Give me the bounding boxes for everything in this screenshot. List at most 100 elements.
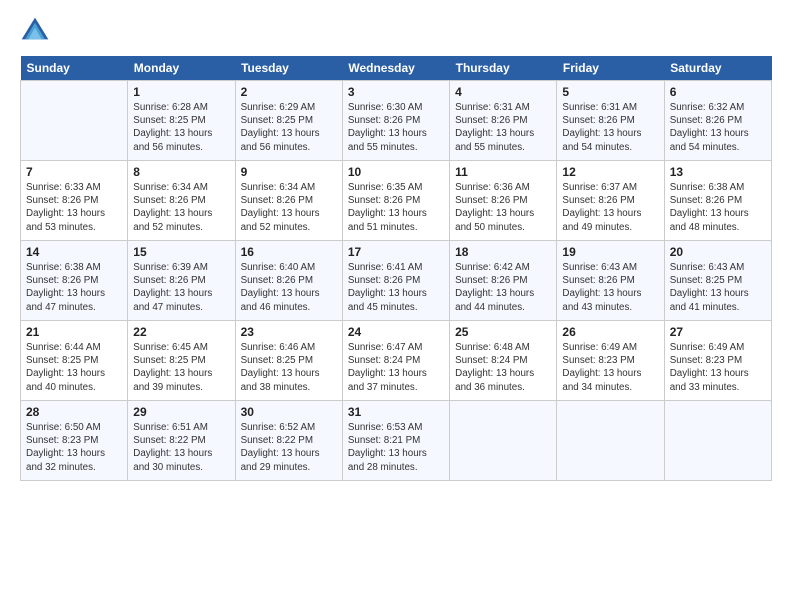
- day-number: 14: [26, 245, 122, 259]
- calendar-cell: 25 Sunrise: 6:48 AMSunset: 8:24 PMDayligh…: [450, 321, 557, 401]
- calendar-cell: 21 Sunrise: 6:44 AMSunset: 8:25 PMDayligh…: [21, 321, 128, 401]
- page: SundayMondayTuesdayWednesdayThursdayFrid…: [0, 0, 792, 491]
- calendar-cell: 1 Sunrise: 6:28 AMSunset: 8:25 PMDaylight…: [128, 81, 235, 161]
- day-number: 6: [670, 85, 766, 99]
- day-number: 22: [133, 325, 229, 339]
- day-header-wednesday: Wednesday: [342, 56, 449, 81]
- calendar-cell: 28 Sunrise: 6:50 AMSunset: 8:23 PMDayligh…: [21, 401, 128, 481]
- calendar-cell: 15 Sunrise: 6:39 AMSunset: 8:26 PMDayligh…: [128, 241, 235, 321]
- calendar-cell: 10Sunrise: 6:35 AMSunset: 8:26 PMDayligh…: [342, 161, 449, 241]
- cell-info: Sunrise: 6:45 AMSunset: 8:25 PMDaylight:…: [133, 341, 229, 394]
- calendar-cell: 31Sunrise: 6:53 AMSunset: 8:21 PMDayligh…: [342, 401, 449, 481]
- cell-info: Sunrise: 6:43 AMSunset: 8:26 PMDaylight:…: [562, 261, 658, 314]
- day-number: 5: [562, 85, 658, 99]
- day-number: 26: [562, 325, 658, 339]
- calendar-cell: 26 Sunrise: 6:49 AMSunset: 8:23 PMDayligh…: [557, 321, 664, 401]
- cell-info: Sunrise: 6:46 AMSunset: 8:25 PMDaylight:…: [241, 341, 337, 394]
- cell-info: Sunrise: 6:28 AMSunset: 8:25 PMDaylight:…: [133, 101, 229, 154]
- calendar-cell: 8 Sunrise: 6:34 AMSunset: 8:26 PMDaylight…: [128, 161, 235, 241]
- calendar-cell: 19 Sunrise: 6:43 AMSunset: 8:26 PMDayligh…: [557, 241, 664, 321]
- calendar-cell: 14 Sunrise: 6:38 AMSunset: 8:26 PMDayligh…: [21, 241, 128, 321]
- cell-info: Sunrise: 6:33 AMSunset: 8:26 PMDaylight:…: [26, 181, 122, 234]
- day-number: 19: [562, 245, 658, 259]
- calendar-cell: 4 Sunrise: 6:31 AMSunset: 8:26 PMDaylight…: [450, 81, 557, 161]
- cell-info: Sunrise: 6:34 AMSunset: 8:26 PMDaylight:…: [133, 181, 229, 234]
- logo: [20, 16, 54, 46]
- calendar-cell: 22 Sunrise: 6:45 AMSunset: 8:25 PMDayligh…: [128, 321, 235, 401]
- cell-info: Sunrise: 6:49 AMSunset: 8:23 PMDaylight:…: [670, 341, 766, 394]
- calendar-cell: [557, 401, 664, 481]
- day-number: 8: [133, 165, 229, 179]
- day-number: 11: [455, 165, 551, 179]
- calendar-cell: 20 Sunrise: 6:43 AMSunset: 8:25 PMDayligh…: [664, 241, 771, 321]
- day-number: 7: [26, 165, 122, 179]
- calendar-cell: 18 Sunrise: 6:42 AMSunset: 8:26 PMDayligh…: [450, 241, 557, 321]
- day-header-monday: Monday: [128, 56, 235, 81]
- calendar-table: SundayMondayTuesdayWednesdayThursdayFrid…: [20, 56, 772, 481]
- cell-info: Sunrise: 6:49 AMSunset: 8:23 PMDaylight:…: [562, 341, 658, 394]
- cell-info: Sunrise: 6:35 AMSunset: 8:26 PMDaylight:…: [348, 181, 444, 234]
- cell-info: Sunrise: 6:43 AMSunset: 8:25 PMDaylight:…: [670, 261, 766, 314]
- calendar-cell: 16 Sunrise: 6:40 AMSunset: 8:26 PMDayligh…: [235, 241, 342, 321]
- day-header-sunday: Sunday: [21, 56, 128, 81]
- day-number: 28: [26, 405, 122, 419]
- day-number: 24: [348, 325, 444, 339]
- calendar-cell: 27 Sunrise: 6:49 AMSunset: 8:23 PMDayligh…: [664, 321, 771, 401]
- calendar-cell: 29 Sunrise: 6:51 AMSunset: 8:22 PMDayligh…: [128, 401, 235, 481]
- cell-info: Sunrise: 6:31 AMSunset: 8:26 PMDaylight:…: [455, 101, 551, 154]
- cell-info: Sunrise: 6:31 AMSunset: 8:26 PMDaylight:…: [562, 101, 658, 154]
- day-number: 1: [133, 85, 229, 99]
- logo-icon: [20, 16, 50, 46]
- day-header-saturday: Saturday: [664, 56, 771, 81]
- cell-info: Sunrise: 6:39 AMSunset: 8:26 PMDaylight:…: [133, 261, 229, 314]
- day-number: 3: [348, 85, 444, 99]
- calendar-cell: 3 Sunrise: 6:30 AMSunset: 8:26 PMDaylight…: [342, 81, 449, 161]
- day-number: 17: [348, 245, 444, 259]
- cell-info: Sunrise: 6:36 AMSunset: 8:26 PMDaylight:…: [455, 181, 551, 234]
- cell-info: Sunrise: 6:37 AMSunset: 8:26 PMDaylight:…: [562, 181, 658, 234]
- cell-info: Sunrise: 6:51 AMSunset: 8:22 PMDaylight:…: [133, 421, 229, 474]
- cell-info: Sunrise: 6:44 AMSunset: 8:25 PMDaylight:…: [26, 341, 122, 394]
- day-number: 15: [133, 245, 229, 259]
- calendar-cell: 17 Sunrise: 6:41 AMSunset: 8:26 PMDayligh…: [342, 241, 449, 321]
- day-number: 27: [670, 325, 766, 339]
- cell-info: Sunrise: 6:47 AMSunset: 8:24 PMDaylight:…: [348, 341, 444, 394]
- day-number: 16: [241, 245, 337, 259]
- calendar-cell: [450, 401, 557, 481]
- day-number: 13: [670, 165, 766, 179]
- week-row-5: 28 Sunrise: 6:50 AMSunset: 8:23 PMDayligh…: [21, 401, 772, 481]
- day-number: 31: [348, 405, 444, 419]
- calendar-cell: 6 Sunrise: 6:32 AMSunset: 8:26 PMDaylight…: [664, 81, 771, 161]
- cell-info: Sunrise: 6:48 AMSunset: 8:24 PMDaylight:…: [455, 341, 551, 394]
- cell-info: Sunrise: 6:40 AMSunset: 8:26 PMDaylight:…: [241, 261, 337, 314]
- cell-info: Sunrise: 6:29 AMSunset: 8:25 PMDaylight:…: [241, 101, 337, 154]
- day-number: 20: [670, 245, 766, 259]
- calendar-cell: 11 Sunrise: 6:36 AMSunset: 8:26 PMDayligh…: [450, 161, 557, 241]
- day-number: 18: [455, 245, 551, 259]
- day-number: 4: [455, 85, 551, 99]
- calendar-cell: 7 Sunrise: 6:33 AMSunset: 8:26 PMDaylight…: [21, 161, 128, 241]
- day-number: 25: [455, 325, 551, 339]
- calendar-cell: 12Sunrise: 6:37 AMSunset: 8:26 PMDayligh…: [557, 161, 664, 241]
- week-row-3: 14 Sunrise: 6:38 AMSunset: 8:26 PMDayligh…: [21, 241, 772, 321]
- calendar-cell: 23Sunrise: 6:46 AMSunset: 8:25 PMDayligh…: [235, 321, 342, 401]
- header: [20, 16, 772, 46]
- cell-info: Sunrise: 6:42 AMSunset: 8:26 PMDaylight:…: [455, 261, 551, 314]
- cell-info: Sunrise: 6:30 AMSunset: 8:26 PMDaylight:…: [348, 101, 444, 154]
- calendar-cell: [21, 81, 128, 161]
- cell-info: Sunrise: 6:34 AMSunset: 8:26 PMDaylight:…: [241, 181, 337, 234]
- cell-info: Sunrise: 6:52 AMSunset: 8:22 PMDaylight:…: [241, 421, 337, 474]
- day-number: 21: [26, 325, 122, 339]
- week-row-4: 21 Sunrise: 6:44 AMSunset: 8:25 PMDayligh…: [21, 321, 772, 401]
- week-row-1: 1 Sunrise: 6:28 AMSunset: 8:25 PMDaylight…: [21, 81, 772, 161]
- cell-info: Sunrise: 6:32 AMSunset: 8:26 PMDaylight:…: [670, 101, 766, 154]
- cell-info: Sunrise: 6:41 AMSunset: 8:26 PMDaylight:…: [348, 261, 444, 314]
- cell-info: Sunrise: 6:38 AMSunset: 8:26 PMDaylight:…: [670, 181, 766, 234]
- day-number: 29: [133, 405, 229, 419]
- day-header-thursday: Thursday: [450, 56, 557, 81]
- cell-info: Sunrise: 6:50 AMSunset: 8:23 PMDaylight:…: [26, 421, 122, 474]
- calendar-cell: 13 Sunrise: 6:38 AMSunset: 8:26 PMDayligh…: [664, 161, 771, 241]
- day-header-friday: Friday: [557, 56, 664, 81]
- cell-info: Sunrise: 6:38 AMSunset: 8:26 PMDaylight:…: [26, 261, 122, 314]
- calendar-cell: 5 Sunrise: 6:31 AMSunset: 8:26 PMDaylight…: [557, 81, 664, 161]
